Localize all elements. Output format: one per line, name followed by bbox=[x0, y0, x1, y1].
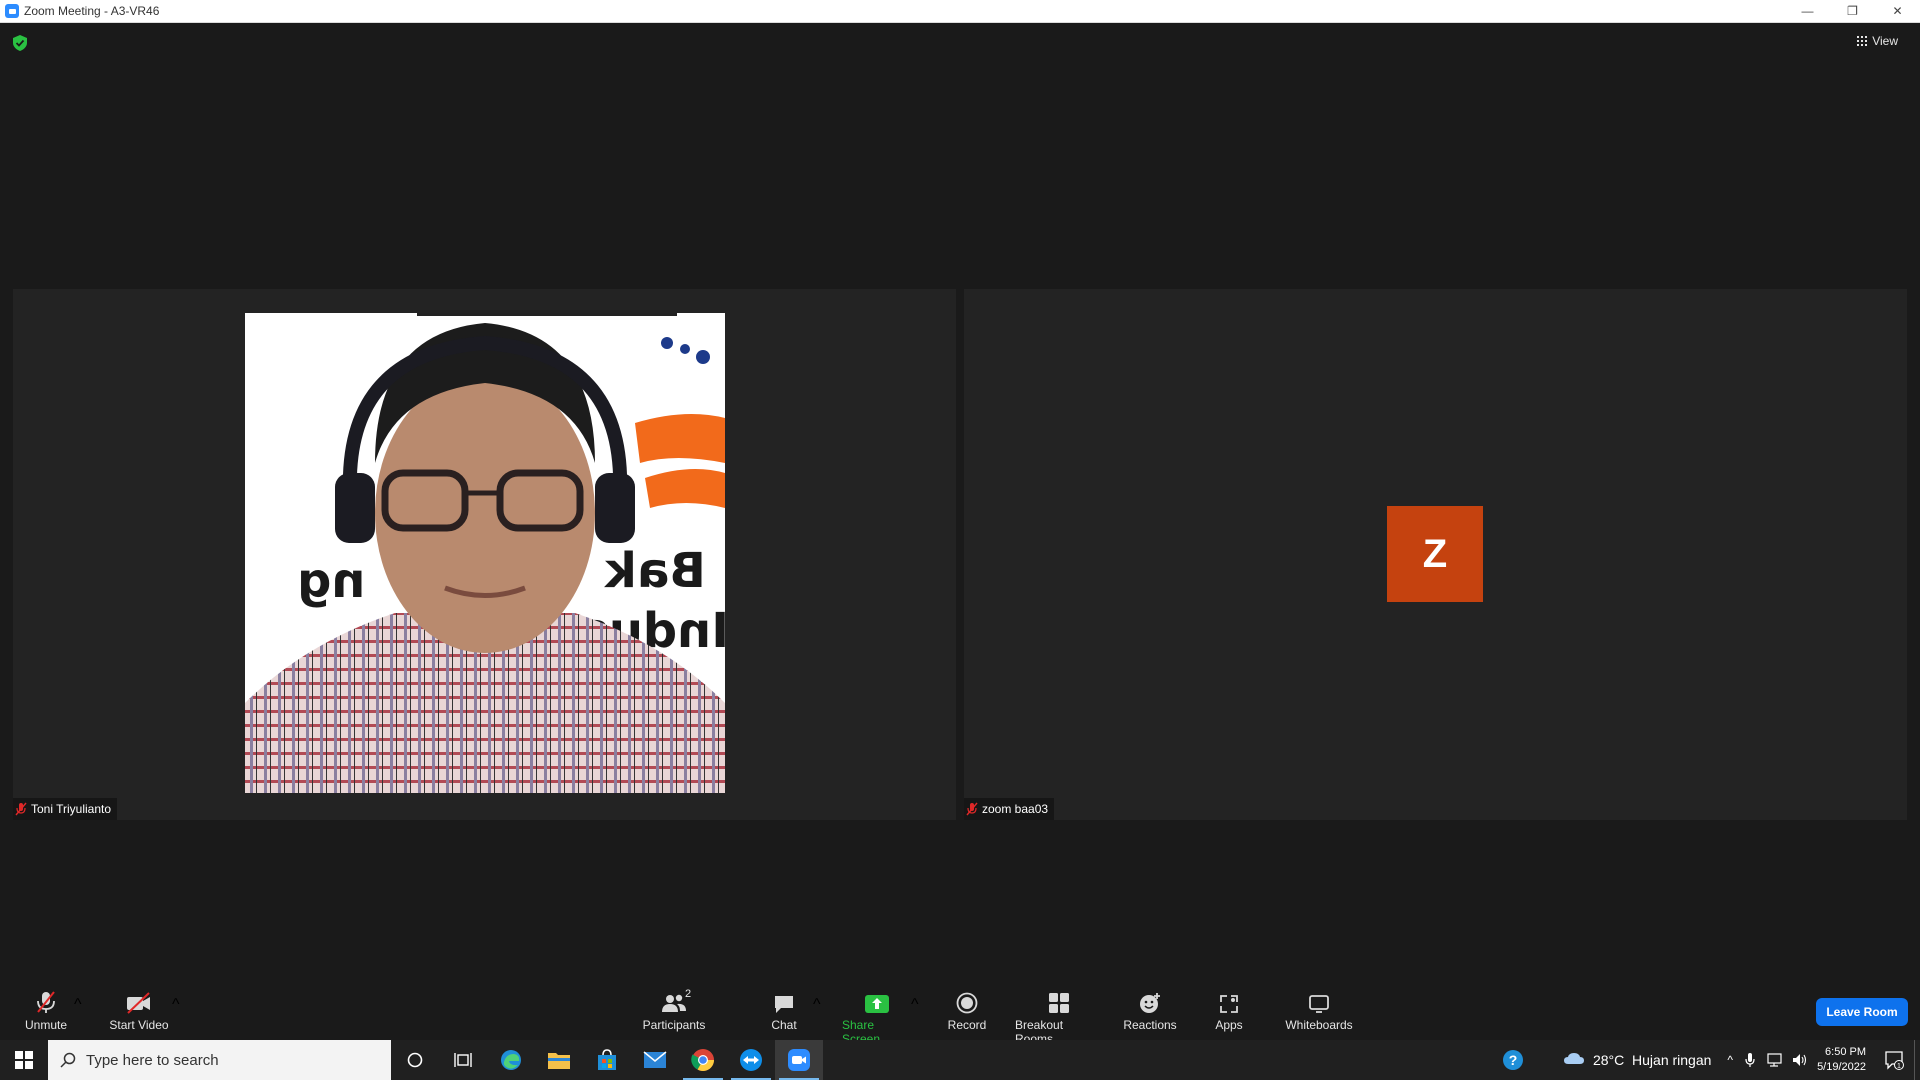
svg-text:1: 1 bbox=[1897, 1063, 1901, 1070]
whiteboards-button[interactable]: Whiteboards bbox=[1283, 990, 1355, 1032]
apps-label: Apps bbox=[1215, 1018, 1243, 1032]
store-bag-icon bbox=[598, 1049, 616, 1070]
restore-button[interactable]: ❐ bbox=[1830, 0, 1875, 23]
breakout-rooms-icon bbox=[1049, 993, 1069, 1013]
taskbar-mail[interactable] bbox=[631, 1040, 679, 1080]
grid-icon bbox=[1857, 36, 1868, 46]
taskbar-file-explorer[interactable] bbox=[535, 1040, 583, 1080]
participant-person-image bbox=[245, 323, 725, 793]
search-placeholder: Type here to search bbox=[86, 1051, 219, 1069]
start-button[interactable] bbox=[0, 1040, 48, 1080]
cloud-rain-icon bbox=[1563, 1053, 1584, 1064]
chat-label: Chat bbox=[771, 1018, 797, 1032]
windows-taskbar: Type here to search ? 28°C Hujan ringan … bbox=[0, 1040, 1920, 1080]
video-off-icon bbox=[127, 992, 150, 1014]
meeting-area: View Bak ng Indus Toni Triyulianto Z zoo… bbox=[0, 23, 1920, 982]
chat-bubble-icon bbox=[775, 996, 793, 1013]
weather-text[interactable]: 28°C Hujan ringan bbox=[1593, 1052, 1711, 1068]
leave-room-button[interactable]: Leave Room bbox=[1816, 998, 1908, 1026]
search-icon bbox=[60, 1052, 76, 1068]
taskbar-zoom[interactable] bbox=[775, 1040, 823, 1080]
system-clock[interactable]: 6:50 PM 5/19/2022 bbox=[1809, 1045, 1874, 1075]
window-title-bar: Zoom Meeting - A3-VR46 — ❐ ✕ bbox=[0, 0, 1920, 23]
start-video-label: Start Video bbox=[109, 1018, 169, 1032]
participant-name-tag: Toni Triyulianto bbox=[13, 798, 118, 820]
reactions-button[interactable]: Reactions bbox=[1123, 990, 1177, 1032]
record-button[interactable]: Record bbox=[947, 990, 987, 1032]
svg-text:?: ? bbox=[1509, 1052, 1518, 1068]
breakout-rooms-button[interactable]: Breakout Rooms bbox=[1015, 990, 1103, 1046]
taskbar-teamviewer[interactable] bbox=[727, 1040, 775, 1080]
windows-logo-icon bbox=[15, 1051, 33, 1069]
microphone-icon[interactable] bbox=[1745, 1052, 1755, 1068]
teamviewer-icon bbox=[740, 1049, 762, 1071]
system-tray: ? 28°C Hujan ringan ^ 6:50 PM 5/19/2022 bbox=[1493, 1040, 1920, 1080]
volume-icon[interactable] bbox=[1791, 1052, 1809, 1068]
chrome-browser-icon bbox=[691, 1049, 714, 1071]
cortana-button[interactable] bbox=[391, 1040, 439, 1080]
unmute-label: Unmute bbox=[24, 1018, 68, 1032]
apps-icon bbox=[1220, 995, 1238, 1013]
cortana-circle-icon bbox=[407, 1052, 423, 1068]
taskbar-search-box[interactable]: Type here to search bbox=[48, 1040, 391, 1080]
participants-count: 2 bbox=[685, 988, 692, 1000]
participant-tile-video[interactable]: Bak ng Indus Toni Triyulianto bbox=[13, 289, 956, 820]
mic-muted-icon bbox=[966, 802, 978, 816]
whiteboard-icon bbox=[1309, 995, 1329, 1013]
task-view-icon bbox=[454, 1053, 472, 1067]
shield-check-icon[interactable] bbox=[13, 35, 27, 51]
taskbar-store[interactable] bbox=[583, 1040, 631, 1080]
meeting-controls: Unmute ^ Start Video ^ 2 Participants Ch… bbox=[0, 982, 1920, 1046]
close-button[interactable]: ✕ bbox=[1875, 0, 1920, 23]
participant-avatar: Z bbox=[1387, 506, 1483, 602]
audio-options-caret[interactable]: ^ bbox=[74, 996, 82, 1014]
chat-button[interactable]: Chat bbox=[766, 990, 802, 1032]
action-center-button[interactable]: 1 bbox=[1874, 1040, 1914, 1080]
minimize-button[interactable]: — bbox=[1785, 0, 1830, 23]
tray-overflow-chevron[interactable]: ^ bbox=[1727, 1053, 1733, 1067]
help-icon: ? bbox=[1502, 1050, 1523, 1070]
participant-name: zoom baa03 bbox=[982, 802, 1049, 816]
network-icon[interactable] bbox=[1765, 1052, 1783, 1068]
share-options-caret[interactable]: ^ bbox=[911, 996, 919, 1014]
record-label: Record bbox=[947, 1018, 987, 1032]
help-button[interactable]: ? bbox=[1493, 1040, 1533, 1080]
people-icon bbox=[662, 994, 686, 1012]
window-title: Zoom Meeting - A3-VR46 bbox=[24, 4, 160, 18]
record-icon bbox=[956, 992, 978, 1014]
unmute-button[interactable]: Unmute bbox=[20, 990, 72, 1032]
zoom-app-icon bbox=[788, 1049, 810, 1071]
task-view-button[interactable] bbox=[439, 1040, 487, 1080]
view-label: View bbox=[1872, 34, 1898, 48]
taskbar-edge[interactable] bbox=[487, 1040, 535, 1080]
share-screen-icon bbox=[865, 995, 889, 1013]
participant-name: Toni Triyulianto bbox=[31, 802, 112, 816]
window-controls: — ❐ ✕ bbox=[1785, 0, 1920, 23]
video-options-caret[interactable]: ^ bbox=[172, 996, 180, 1014]
mic-muted-icon bbox=[37, 991, 55, 1013]
participant-video: Bak ng Indus bbox=[245, 313, 725, 793]
participant-name-tag: zoom baa03 bbox=[964, 798, 1055, 820]
clock-time: 6:50 PM bbox=[1825, 1046, 1866, 1058]
participant-tile-avatar[interactable]: Z zoom baa03 bbox=[964, 289, 1907, 820]
smiley-plus-icon bbox=[1140, 993, 1160, 1013]
mail-envelope-icon bbox=[643, 1051, 667, 1068]
zoom-app-icon bbox=[5, 4, 19, 18]
show-desktop-button[interactable] bbox=[1914, 1040, 1920, 1080]
chat-options-caret[interactable]: ^ bbox=[813, 996, 821, 1014]
participants-button[interactable]: 2 Participants bbox=[641, 988, 707, 1032]
notification-icon: 1 bbox=[1885, 1051, 1904, 1070]
reactions-label: Reactions bbox=[1123, 1018, 1177, 1032]
start-video-button[interactable]: Start Video bbox=[106, 990, 172, 1032]
participants-label: Participants bbox=[642, 1018, 706, 1032]
folder-icon bbox=[548, 1053, 570, 1069]
clock-date: 5/19/2022 bbox=[1817, 1061, 1866, 1073]
whiteboards-label: Whiteboards bbox=[1285, 1018, 1353, 1032]
share-screen-button[interactable]: Share Screen bbox=[842, 990, 912, 1046]
taskbar-chrome[interactable] bbox=[679, 1040, 727, 1080]
mic-muted-icon bbox=[15, 802, 27, 816]
view-button[interactable]: View bbox=[1857, 34, 1898, 48]
apps-button[interactable]: Apps bbox=[1214, 990, 1244, 1032]
edge-browser-icon bbox=[501, 1050, 521, 1070]
